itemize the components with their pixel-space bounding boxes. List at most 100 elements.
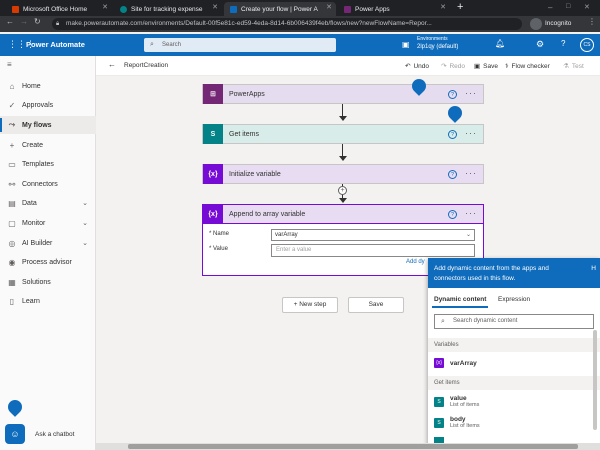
dynamic-item-value[interactable]: S value List of items	[434, 395, 479, 408]
lock-icon: 🔒︎	[56, 21, 60, 27]
more-options-icon[interactable]: ···	[465, 208, 477, 218]
save-toolbar-button[interactable]: ▣ Save	[474, 62, 498, 71]
step-title: Append to array variable	[229, 210, 306, 218]
section-variables: Variables	[428, 338, 600, 352]
flow-checker-button[interactable]: ⚕ Flow checker	[505, 62, 550, 71]
sidebar-item-label: Learn	[22, 297, 40, 305]
dynamic-search-placeholder: Search dynamic content	[453, 318, 518, 324]
stethoscope-icon: ⚕	[505, 63, 509, 70]
redo-button[interactable]: ↷ Redo	[441, 62, 465, 71]
back-arrow-icon[interactable]: ←	[108, 60, 116, 69]
dynamic-item-vararray[interactable]: {x} varArray	[434, 358, 477, 368]
settings-icon[interactable]: ⚙	[536, 39, 544, 50]
sidebar-item-approvals[interactable]: ✓ Approvals	[0, 96, 96, 114]
data-icon: ▤	[8, 198, 16, 208]
url-field[interactable]: 🔒︎ make.powerautomate.com/environments/D…	[52, 18, 522, 30]
dynamic-panel-description: Add dynamic content from the apps and co…	[434, 265, 549, 282]
add-dynamic-content-link[interactable]: Add dy	[406, 259, 425, 265]
url-text: make.powerautomate.com/environments/Defa…	[66, 20, 432, 27]
close-window-icon[interactable]: ✕	[584, 3, 590, 11]
test-button[interactable]: ⚗ Test	[563, 62, 584, 71]
sidebar-item-create[interactable]: + Create	[0, 136, 96, 154]
more-options-icon[interactable]: ···	[465, 168, 477, 178]
environment-label: Environments	[417, 36, 448, 42]
name-value: varArray	[275, 232, 298, 238]
tab-dynamic-content[interactable]: Dynamic content	[434, 296, 486, 303]
sidebar-item-learn[interactable]: ▯ Learn	[0, 292, 96, 310]
scrollbar-thumb[interactable]	[128, 444, 578, 449]
sidebar-item-solutions[interactable]: ▦ Solutions	[0, 273, 96, 291]
new-tab-button[interactable]: +	[457, 1, 463, 13]
dynamic-item-body[interactable]: S body List of Items	[434, 416, 480, 429]
sidebar-item-label: Process advisor	[22, 258, 72, 266]
close-tab-icon[interactable]: ✕	[440, 3, 446, 11]
sidebar-item-ai-builder[interactable]: ◎ AI Builder ⌄	[0, 234, 96, 252]
step-initialize-variable[interactable]: {x} Initialize variable ? ···	[202, 164, 484, 184]
new-step-button[interactable]: + New step	[282, 297, 338, 313]
more-options-icon[interactable]: ···	[465, 128, 477, 138]
panel-scrollbar[interactable]	[593, 330, 597, 430]
close-tab-icon[interactable]: ✕	[326, 3, 332, 11]
tab-title: Create your flow | Power A	[241, 5, 318, 13]
notifications-icon[interactable]: 🔔︎	[495, 39, 505, 48]
browser-tab-power-apps[interactable]: Power Apps ✕	[338, 2, 450, 16]
back-icon[interactable]: ←	[6, 17, 14, 26]
templates-icon: ▭	[8, 159, 16, 169]
tab-expression[interactable]: Expression	[498, 296, 530, 303]
value-field[interactable]: Enter a value	[271, 244, 475, 257]
flows-icon: ⤳	[8, 120, 16, 129]
search-input[interactable]: ⌕ Search	[144, 38, 336, 52]
connectors-icon: ⚯	[8, 179, 16, 189]
browser-tab-bar: Microsoft Office Home ✕ Site for trackin…	[0, 0, 600, 16]
redo-label: Redo	[449, 62, 465, 70]
help-icon[interactable]: ?	[448, 90, 457, 99]
tab-title: Power Apps	[355, 5, 390, 13]
browser-tab-power-automate[interactable]: Create your flow | Power A ✕	[224, 2, 336, 16]
step-append-header[interactable]: {x} Append to array variable ? ···	[202, 204, 484, 224]
powerapps-icon: ⊞	[203, 84, 223, 104]
sidebar-item-data[interactable]: ▤ Data ⌄	[0, 194, 96, 212]
step-powerapps[interactable]: ⊞ PowerApps ? ···	[202, 84, 484, 104]
dynamic-item-title: value	[450, 395, 467, 402]
more-options-icon[interactable]: ···	[465, 88, 477, 98]
sidebar-item-process-advisor[interactable]: ◉ Process advisor	[0, 253, 96, 271]
step-get-items[interactable]: S Get items ? ···	[202, 124, 484, 144]
help-icon[interactable]: ?	[448, 130, 457, 139]
sidebar-item-my-flows[interactable]: ⤳ My flows	[0, 116, 96, 134]
insert-step-button[interactable]: +	[338, 186, 347, 195]
close-tab-icon[interactable]: ✕	[212, 3, 218, 11]
minimize-icon[interactable]: –	[548, 3, 552, 12]
hamburger-icon[interactable]: ≡	[7, 60, 12, 69]
browser-tab-sharepoint[interactable]: Site for tracking expense ✕	[114, 2, 222, 16]
sidebar-item-templates[interactable]: ▭ Templates	[0, 155, 96, 173]
test-label: Test	[571, 62, 584, 70]
save-button[interactable]: Save	[348, 297, 404, 313]
flow-name[interactable]: ReportCreation	[124, 62, 168, 69]
browser-tab-office[interactable]: Microsoft Office Home ✕	[6, 2, 112, 16]
arrow-down-icon	[339, 156, 347, 161]
maximize-icon[interactable]: □	[566, 3, 570, 10]
chevron-down-icon: ⌄	[82, 240, 88, 247]
sidebar-item-monitor[interactable]: ▢ Monitor ⌄	[0, 214, 96, 232]
app-name[interactable]: Power Automate	[26, 40, 85, 49]
browser-menu-icon[interactable]: ⋮	[588, 17, 596, 26]
help-icon[interactable]: ?	[448, 210, 457, 219]
forward-icon[interactable]: →	[20, 17, 28, 26]
chatbot-label[interactable]: Ask a chatbot	[35, 431, 74, 438]
close-tab-icon[interactable]: ✕	[102, 3, 108, 11]
reload-icon[interactable]: ↻	[34, 17, 41, 26]
avatar[interactable]: CS	[580, 38, 594, 52]
help-icon[interactable]: ?	[448, 170, 457, 179]
save-label: Save	[483, 62, 498, 70]
sidebar-item-home[interactable]: ⌂ Home	[0, 77, 96, 95]
dynamic-search-input[interactable]: ⌕ Search dynamic content	[434, 314, 594, 329]
search-icon: ⌕	[150, 41, 154, 48]
hide-link[interactable]: H	[591, 264, 596, 274]
name-dropdown[interactable]: varArray ⌄	[271, 229, 475, 241]
sidebar-item-connectors[interactable]: ⚯ Connectors	[0, 175, 96, 193]
chatbot-button[interactable]: ☺	[5, 424, 25, 444]
environment-icon: ▣	[402, 40, 410, 49]
help-icon[interactable]: ?	[561, 39, 565, 48]
undo-button[interactable]: ↶ Undo	[405, 62, 429, 71]
environment-name[interactable]: 2lp1qy (default)	[417, 44, 458, 50]
